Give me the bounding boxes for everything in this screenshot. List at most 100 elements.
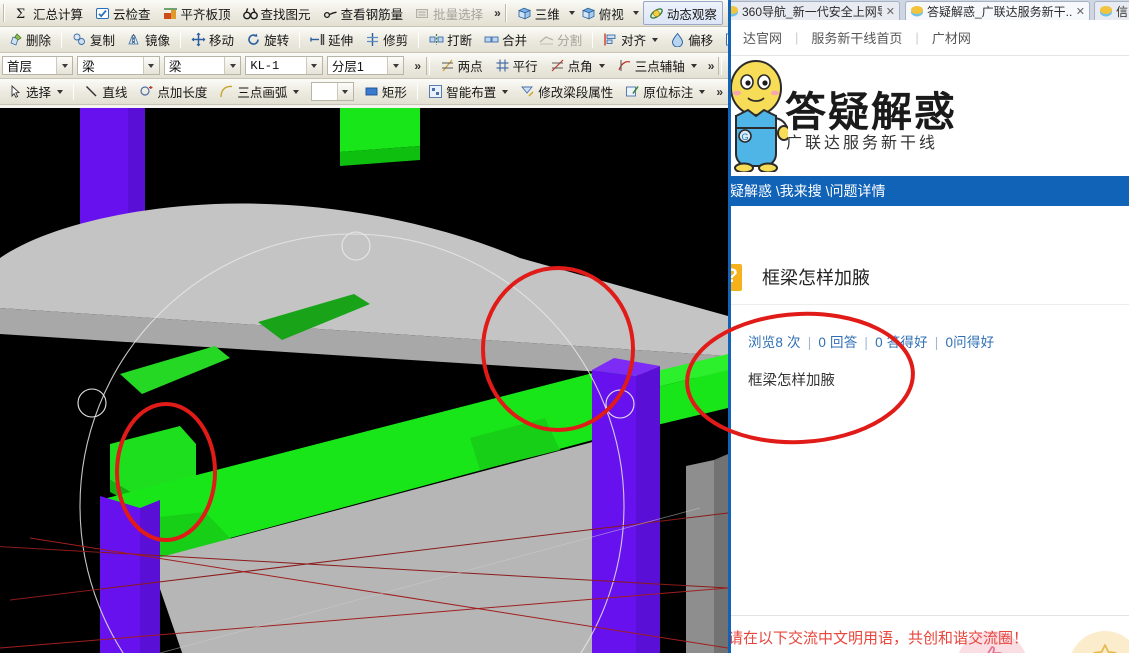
chevron-down-icon-select[interactable] bbox=[57, 89, 64, 94]
sigma-icon: Σ bbox=[15, 6, 30, 21]
chevron-down-icon-layer[interactable] bbox=[387, 57, 404, 74]
meta-answers: 0 回答 bbox=[818, 335, 858, 350]
toolbar-button-smart-layout[interactable]: 智能布置 bbox=[422, 80, 514, 104]
browser-tab-0[interactable]: 360导航_新一代安全上网导... ✕ bbox=[728, 1, 900, 20]
toolbar-button-mirror[interactable]: 镜像 bbox=[121, 28, 176, 52]
axis-toolbar-grip[interactable] bbox=[426, 56, 430, 75]
toolbar-button-point-angle-axis[interactable]: 点角 bbox=[544, 54, 611, 78]
chevron-down-icon-smart-layout[interactable] bbox=[502, 89, 509, 94]
toolbar-button-view-rebar-qty[interactable]: 查看钢筋量 bbox=[317, 1, 410, 25]
axis-toolbar-overflow-button[interactable]: » bbox=[703, 59, 718, 73]
smart-layout-icon bbox=[428, 84, 443, 99]
browser-tab-2[interactable]: 信 bbox=[1094, 1, 1129, 20]
chevron-down-icon-arc[interactable] bbox=[293, 89, 300, 94]
view-toolbar-grip[interactable] bbox=[504, 4, 507, 22]
component-type-selector[interactable]: 梁 bbox=[163, 56, 242, 75]
link-service-home[interactable]: 服务新干线首页 bbox=[798, 28, 915, 47]
component-category-selector[interactable]: 梁 bbox=[77, 56, 160, 75]
close-icon-tab-1[interactable]: ✕ bbox=[1072, 5, 1085, 18]
page-left-accent-rule bbox=[728, 0, 731, 653]
toolbar-button-merge[interactable]: 合并 bbox=[478, 28, 533, 52]
breadcrumb[interactable]: 疑解惑 \我来搜 \问题详情 bbox=[728, 181, 886, 201]
toolbar-button-three-point-arc[interactable]: 三点画弧 bbox=[213, 80, 305, 104]
toolbar-button-batch-select[interactable]: 批量选择 bbox=[409, 1, 489, 25]
draw-option-selector[interactable] bbox=[311, 82, 354, 101]
link-official-site[interactable]: 达官网 bbox=[730, 28, 795, 47]
chevron-down-icon-draw-option[interactable] bbox=[336, 83, 353, 100]
toolbar-button-rotate[interactable]: 旋转 bbox=[240, 28, 295, 52]
toolbar-label: 延伸 bbox=[328, 34, 354, 48]
layer-selector-value: 分层1 bbox=[331, 60, 364, 74]
toolbar-button-parallel-axis[interactable]: 平行 bbox=[489, 54, 544, 78]
toolbar-button-three-point-axis[interactable]: 三点辅轴 bbox=[611, 54, 703, 78]
toolbar-button-delete[interactable]: 删除 bbox=[2, 28, 57, 52]
layer-selector[interactable]: 分层1 bbox=[326, 56, 405, 75]
chevron-down-icon-name[interactable] bbox=[305, 57, 322, 74]
chevron-down-icon-type[interactable] bbox=[224, 57, 241, 74]
toolbar-button-rectangle[interactable]: 矩形 bbox=[358, 80, 413, 104]
toolbar-button-point-plus-length[interactable]: 点加长度 bbox=[133, 80, 213, 104]
toolbar-button-stretch[interactable]: 拉伸 bbox=[719, 28, 728, 52]
selector-overflow-button[interactable]: » bbox=[408, 59, 425, 73]
toolbar-button-summary-calc[interactable]: Σ 汇总计算 bbox=[9, 1, 89, 25]
toolbar-button-align[interactable]: 对齐 bbox=[597, 28, 664, 52]
chevron-down-icon-annotation[interactable] bbox=[699, 89, 706, 94]
toolbar-button-find-element[interactable]: 查找图元 bbox=[237, 1, 317, 25]
toolbar-button-select[interactable]: 选择 bbox=[2, 80, 69, 104]
link-gc-material[interactable]: 广材网 bbox=[919, 28, 984, 47]
toolbar-button-extend[interactable]: 延伸 bbox=[304, 28, 359, 52]
toolbar-button-edit-beam-segment[interactable]: 修改梁段属性 bbox=[514, 80, 619, 104]
toolbar-label: 平行 bbox=[512, 60, 538, 74]
chevron-down-icon-top[interactable] bbox=[632, 11, 639, 15]
question-page: ? 框梁怎样加腋 浏览8 次 | 0 回答 | 0 答得好 | 0问得好 框梁怎… bbox=[728, 206, 1129, 653]
draw-toolbar-overflow-button[interactable]: » bbox=[711, 85, 726, 99]
3d-viewport[interactable]: B Z X Y bbox=[0, 108, 728, 653]
chevron-down-icon-three-point[interactable] bbox=[690, 63, 697, 68]
site-logo[interactable]: G 答疑解惑 广联达服务新干线 bbox=[728, 56, 1129, 176]
toolbar-button-two-point-axis[interactable]: 两点 bbox=[434, 54, 489, 78]
toolbar-button-in-place-annotation[interactable]: 原位标注 bbox=[619, 80, 711, 104]
chevron-down-icon-floor[interactable] bbox=[56, 57, 73, 74]
toolbar-button-3d-view[interactable]: 三维 bbox=[511, 1, 566, 25]
toolbar-button-line[interactable]: 直线 bbox=[78, 80, 133, 104]
question-header: ? 框梁怎样加腋 bbox=[728, 250, 1129, 305]
toolbar-label: 查找图元 bbox=[260, 7, 311, 22]
toolbar-label: 三点画弧 bbox=[237, 86, 288, 100]
merge-icon bbox=[484, 32, 499, 47]
floor-selector[interactable]: 首层 bbox=[2, 56, 74, 75]
toolbar-button-trim[interactable]: 修剪 bbox=[359, 28, 414, 52]
toolbar-label: 点加长度 bbox=[157, 86, 208, 100]
component-name-selector[interactable]: KL-1 bbox=[245, 56, 323, 75]
logo-subtitle: 广联达服务新干线 bbox=[786, 135, 939, 152]
toolbar-button-cloud-check[interactable]: 云检查 bbox=[89, 1, 157, 25]
meta-separator: | bbox=[934, 335, 939, 350]
browser-tab-1[interactable]: 答疑解惑_广联达服务新干... ✕ bbox=[905, 1, 1090, 20]
toolbar-button-copy[interactable]: 复制 bbox=[66, 28, 121, 52]
close-icon-tab-0[interactable]: ✕ bbox=[882, 5, 895, 18]
toolbar-grip[interactable] bbox=[3, 4, 5, 22]
toolbar-label: 对齐 bbox=[621, 34, 647, 48]
axis-toolbar-grip-end[interactable] bbox=[718, 56, 722, 75]
favorite-button[interactable]: 0 我收藏 bbox=[1069, 631, 1129, 653]
rectangle-icon bbox=[364, 84, 379, 99]
chevron-down-icon-align[interactable] bbox=[652, 37, 659, 42]
point-angle-axis-icon bbox=[550, 58, 565, 73]
toolbar-button-top-view[interactable]: 俯视 bbox=[575, 1, 630, 25]
toolbar-row-edit: 删除 复制 镜像 移动 旋转 延伸 修剪 打断 合并 分割 对齐 偏移 bbox=[0, 27, 728, 53]
component-name-value: KL-1 bbox=[250, 58, 280, 73]
component-type-value: 梁 bbox=[168, 60, 182, 74]
toolbar-button-break[interactable]: 打断 bbox=[423, 28, 478, 52]
chevron-down-icon-category[interactable] bbox=[142, 57, 159, 74]
toolbar-button-split[interactable]: 分割 bbox=[533, 28, 588, 52]
chevron-down-icon-point-angle[interactable] bbox=[598, 63, 605, 68]
toolbar-label: 智能布置 bbox=[446, 86, 497, 100]
toolbar-button-offset[interactable]: 偏移 bbox=[664, 28, 719, 52]
toolbar-overflow-button[interactable]: » bbox=[489, 6, 504, 20]
3d-scene: B Z X Y bbox=[0, 108, 728, 653]
toolbar-button-dynamic-observe[interactable]: 动态观察 bbox=[642, 1, 723, 25]
break-icon bbox=[429, 32, 444, 47]
toolbar-button-align-slab-top[interactable]: 平齐板顶 bbox=[157, 1, 237, 25]
meta-good-answers: 0 答得好 bbox=[875, 335, 928, 350]
toolbar-button-move[interactable]: 移动 bbox=[185, 28, 240, 52]
chevron-down-icon-3d[interactable] bbox=[568, 11, 575, 15]
